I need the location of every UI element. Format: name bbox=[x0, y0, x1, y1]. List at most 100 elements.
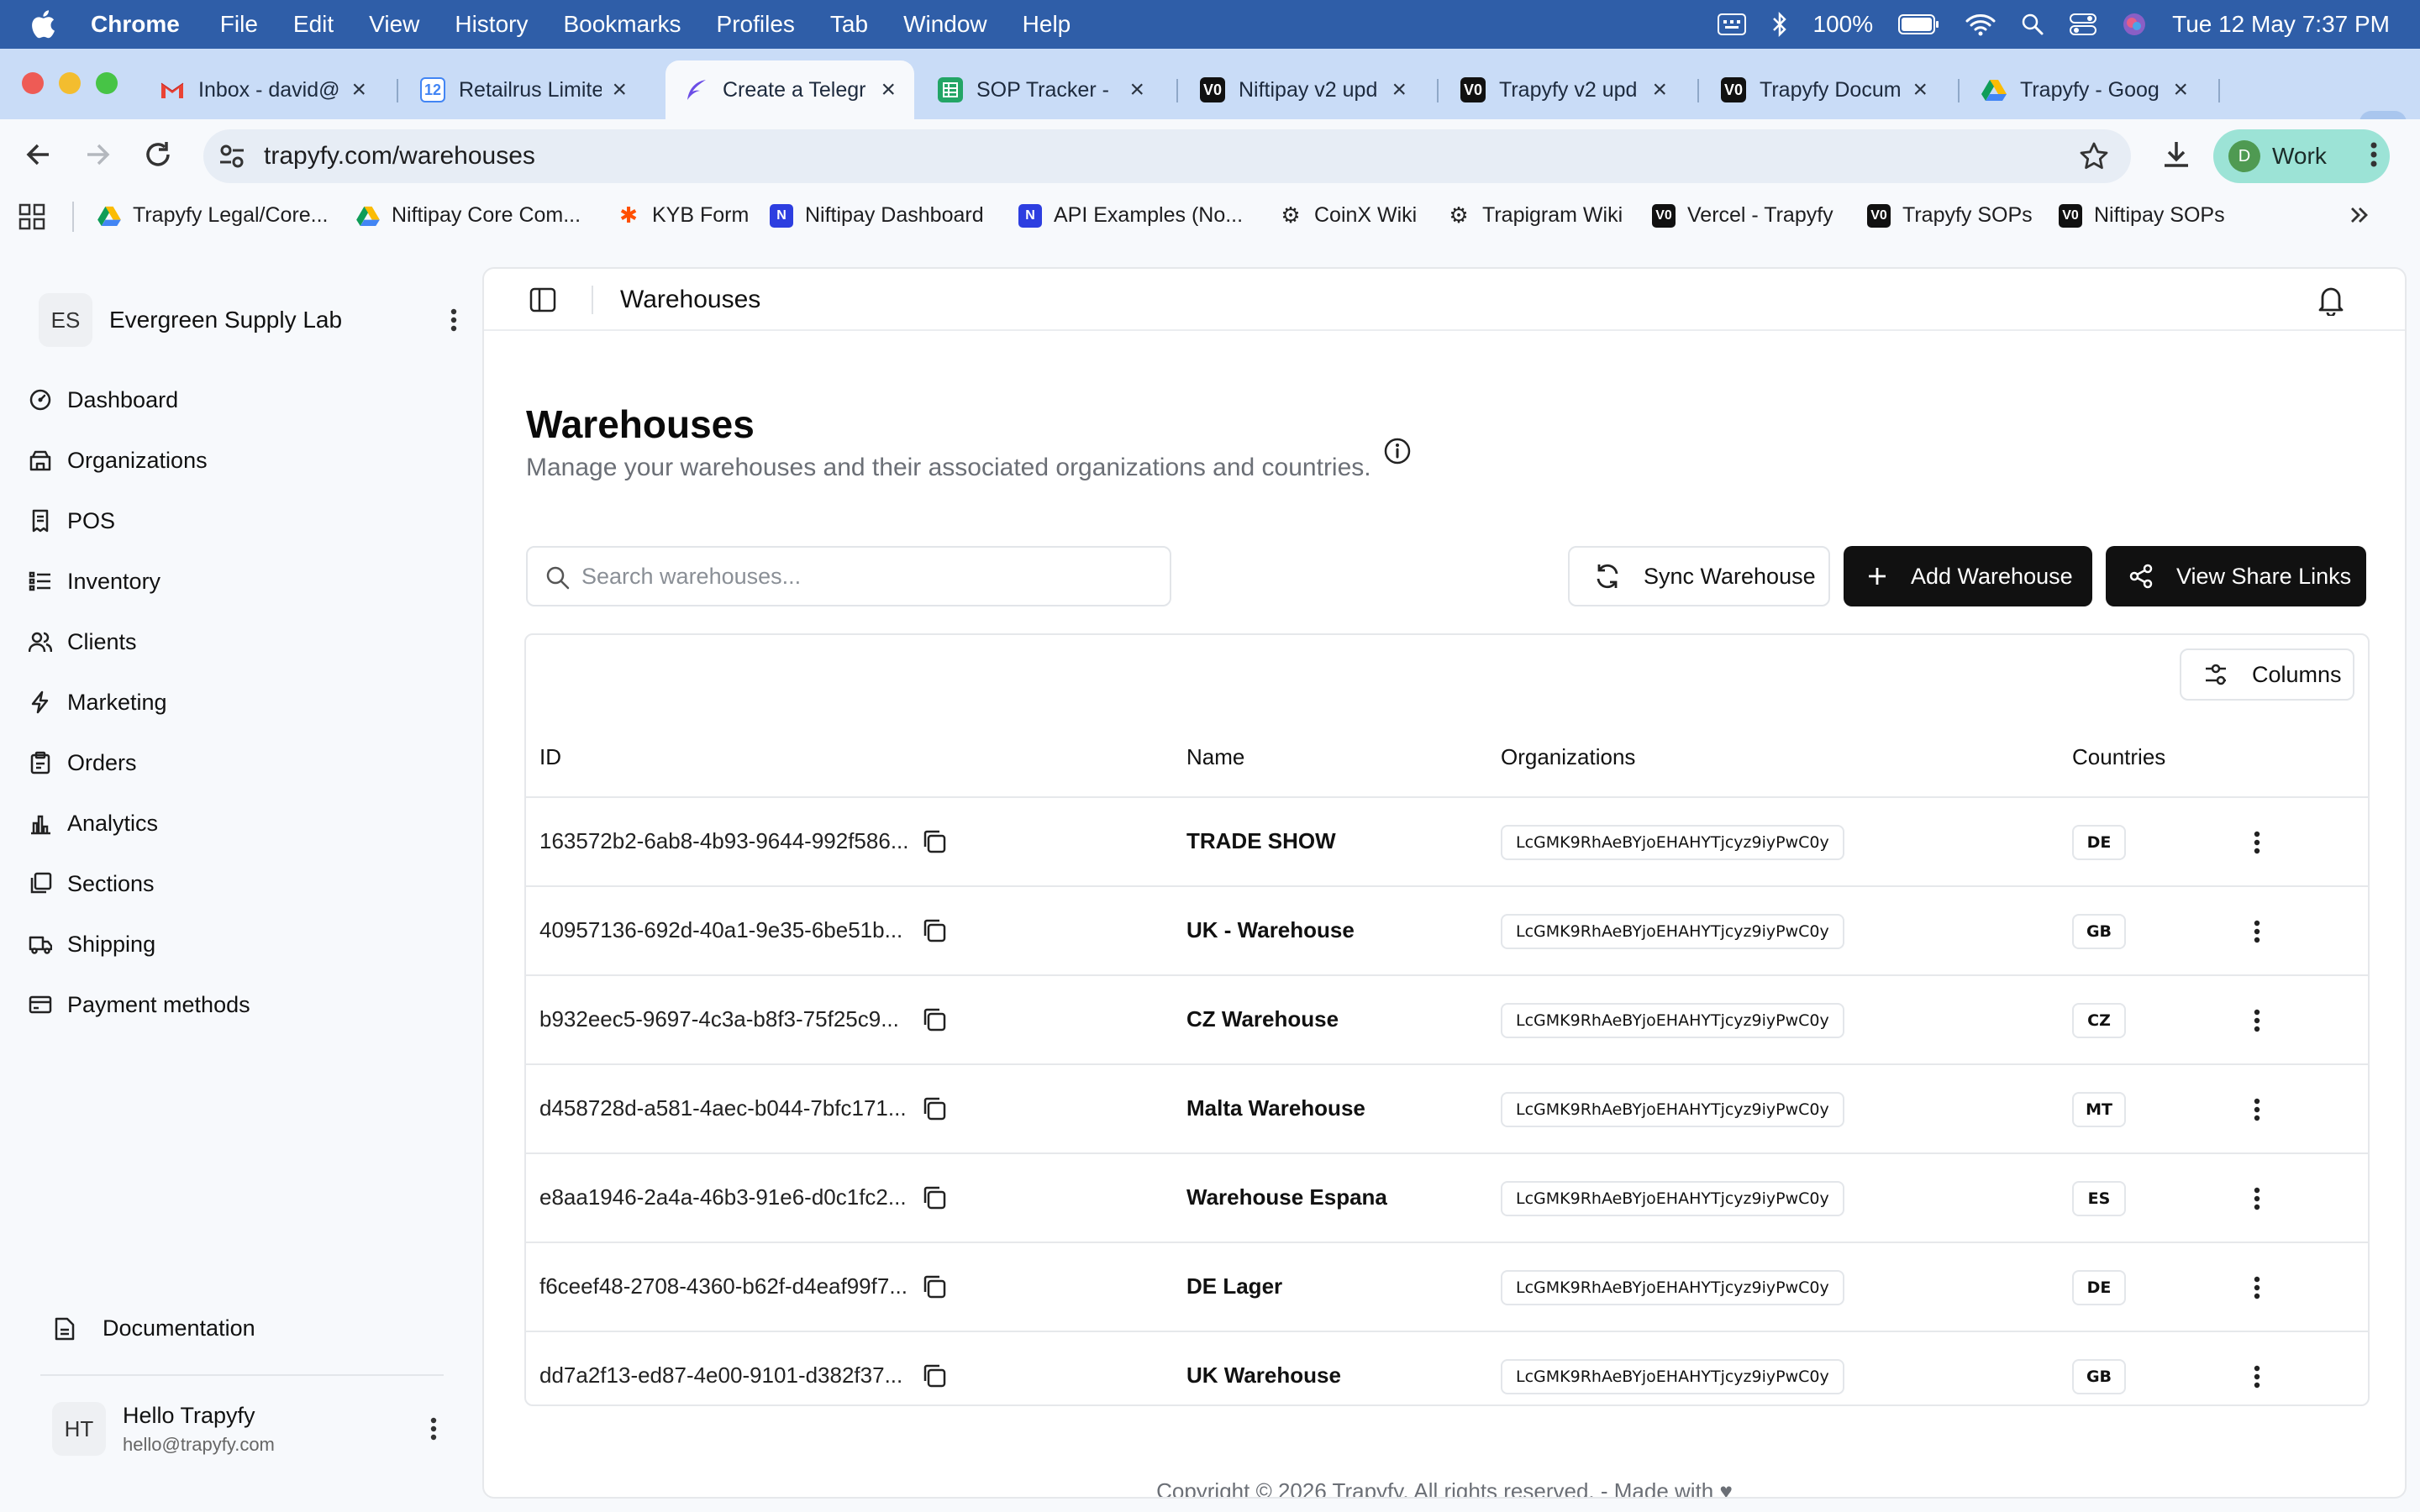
menu-app-name[interactable]: Chrome bbox=[91, 11, 180, 38]
menubar-datetime[interactable]: Tue 12 May 7:37 PM bbox=[2172, 11, 2390, 38]
copy-icon[interactable] bbox=[921, 1362, 948, 1389]
column-header-id[interactable]: ID bbox=[539, 744, 561, 770]
bookmark-item[interactable]: N API Examples (No... bbox=[1018, 203, 1243, 228]
bookmark-item[interactable]: N Niftipay Dashboard bbox=[770, 203, 984, 228]
control-center-icon[interactable] bbox=[2070, 13, 2097, 36]
info-icon[interactable] bbox=[1383, 437, 1412, 465]
tab-close-icon[interactable]: × bbox=[1912, 76, 1928, 104]
sidebar-item-organizations[interactable]: Organizations bbox=[27, 437, 208, 484]
keyboard-icon[interactable] bbox=[1717, 13, 1746, 35]
profile-chip[interactable]: D Work bbox=[2213, 129, 2390, 183]
site-settings-icon[interactable] bbox=[217, 141, 247, 171]
bookmark-item[interactable]: V0 Niftipay SOPs bbox=[2059, 203, 2225, 228]
menu-edit[interactable]: Edit bbox=[293, 11, 334, 38]
tab-close-icon[interactable]: × bbox=[351, 76, 366, 104]
tab-trapyfy-docs[interactable]: V0 Trapyfy Docum × bbox=[1702, 60, 1946, 119]
row-actions-icon[interactable] bbox=[2252, 828, 2262, 857]
add-warehouse-button[interactable]: Add Warehouse bbox=[1844, 546, 2092, 606]
window-minimize-button[interactable] bbox=[59, 72, 81, 94]
row-actions-icon[interactable] bbox=[2252, 1095, 2262, 1124]
sidebar-item-analytics[interactable]: Analytics bbox=[27, 800, 158, 847]
sync-warehouse-button[interactable]: Sync Warehouse bbox=[1568, 546, 1830, 606]
copy-icon[interactable] bbox=[921, 1006, 948, 1033]
columns-button[interactable]: Columns bbox=[2180, 648, 2354, 701]
menu-history[interactable]: History bbox=[455, 11, 528, 38]
view-share-links-button[interactable]: View Share Links bbox=[2106, 546, 2366, 606]
sidebar-documentation-link[interactable]: Documentation bbox=[54, 1315, 255, 1341]
tab-close-icon[interactable]: × bbox=[1392, 76, 1407, 104]
tab-trapyfy-v2[interactable]: V0 Trapyfy v2 upd × bbox=[1442, 60, 1686, 119]
menu-window[interactable]: Window bbox=[903, 11, 987, 38]
copy-icon[interactable] bbox=[921, 828, 948, 855]
siri-icon[interactable] bbox=[2122, 12, 2147, 37]
tab-create-telegram[interactable]: Create a Telegr × bbox=[666, 60, 914, 119]
search-box[interactable] bbox=[526, 546, 1171, 606]
apple-icon[interactable] bbox=[30, 10, 62, 39]
sidebar-item-marketing[interactable]: Marketing bbox=[27, 679, 167, 726]
menu-file[interactable]: File bbox=[220, 11, 258, 38]
tab-close-icon[interactable]: × bbox=[1129, 76, 1144, 104]
tab-close-icon[interactable]: × bbox=[612, 76, 627, 104]
sidebar-toggle-icon[interactable] bbox=[529, 287, 556, 312]
row-actions-icon[interactable] bbox=[2252, 1362, 2262, 1391]
apps-grid-icon[interactable] bbox=[18, 203, 45, 230]
tab-close-icon[interactable]: × bbox=[881, 76, 896, 104]
sidebar-item-sections[interactable]: Sections bbox=[27, 860, 155, 907]
row-actions-icon[interactable] bbox=[2252, 1273, 2262, 1302]
menu-help[interactable]: Help bbox=[1023, 11, 1071, 38]
forward-button[interactable] bbox=[81, 138, 114, 171]
sidebar-item-shipping[interactable]: Shipping bbox=[27, 921, 155, 968]
column-header-countries[interactable]: Countries bbox=[2072, 744, 2165, 770]
row-actions-icon[interactable] bbox=[2252, 1006, 2262, 1035]
sidebar-item-payment-methods[interactable]: Payment methods bbox=[27, 981, 250, 1028]
tab-close-icon[interactable]: × bbox=[1652, 76, 1667, 104]
copy-icon[interactable] bbox=[921, 1095, 948, 1122]
back-button[interactable] bbox=[22, 138, 55, 171]
bell-icon[interactable] bbox=[2316, 284, 2346, 316]
user-account[interactable]: HT Hello Trapyfy hello@trapyfy.com bbox=[52, 1399, 439, 1458]
tab-close-icon[interactable]: × bbox=[2173, 76, 2188, 104]
row-actions-icon[interactable] bbox=[2252, 917, 2262, 946]
bookmark-item[interactable]: V0 Vercel - Trapyfy bbox=[1652, 203, 1833, 228]
copy-icon[interactable] bbox=[921, 1184, 948, 1211]
tab-trapyfy-google[interactable]: Trapyfy - Goog × bbox=[1963, 60, 2207, 119]
user-menu-icon[interactable] bbox=[429, 1414, 439, 1444]
tab-sop-tracker[interactable]: SOP Tracker - × bbox=[919, 60, 1163, 119]
row-actions-icon[interactable] bbox=[2252, 1184, 2262, 1213]
bookmarks-overflow-icon[interactable] bbox=[2348, 203, 2371, 227]
org-switcher[interactable]: ES Evergreen Supply Lab bbox=[39, 292, 459, 348]
sidebar-item-orders[interactable]: Orders bbox=[27, 739, 137, 786]
tab-retailrus[interactable]: 12 Retailrus Limite × bbox=[402, 60, 645, 119]
org-menu-icon[interactable] bbox=[449, 305, 459, 335]
bookmark-item[interactable]: ⚙ Trapigram Wiki bbox=[1447, 202, 1623, 228]
search-input[interactable] bbox=[581, 563, 1153, 590]
battery-icon[interactable] bbox=[1898, 14, 1940, 34]
bookmark-item[interactable]: V0 Trapyfy SOPs bbox=[1867, 203, 2033, 228]
wifi-icon[interactable] bbox=[1965, 13, 1996, 36]
address-bar[interactable]: trapyfy.com/warehouses bbox=[203, 129, 2131, 183]
column-header-organizations[interactable]: Organizations bbox=[1501, 744, 1635, 770]
sidebar-item-dashboard[interactable]: Dashboard bbox=[27, 376, 178, 423]
spotlight-search-icon[interactable] bbox=[2021, 13, 2044, 36]
browser-menu-icon[interactable] bbox=[2368, 138, 2380, 171]
bluetooth-icon[interactable] bbox=[1771, 11, 1788, 38]
tab-inbox[interactable]: Inbox - david@ × bbox=[141, 60, 385, 119]
menu-profiles[interactable]: Profiles bbox=[717, 11, 795, 38]
tab-niftipay-v2[interactable]: V0 Niftipay v2 upd × bbox=[1181, 60, 1425, 119]
copy-icon[interactable] bbox=[921, 917, 948, 944]
bookmark-item[interactable]: Trapyfy Legal/Core... bbox=[97, 203, 329, 228]
bookmark-star-icon[interactable] bbox=[2079, 141, 2109, 171]
menu-tab[interactable]: Tab bbox=[830, 11, 868, 38]
downloads-icon[interactable] bbox=[2160, 138, 2193, 171]
url-text[interactable]: trapyfy.com/warehouses bbox=[264, 142, 535, 171]
menu-view[interactable]: View bbox=[369, 11, 419, 38]
sidebar-item-clients[interactable]: Clients bbox=[27, 618, 137, 665]
menu-bookmarks[interactable]: Bookmarks bbox=[563, 11, 681, 38]
bookmark-item[interactable]: ⚙ CoinX Wiki bbox=[1279, 202, 1417, 228]
column-header-name[interactable]: Name bbox=[1186, 744, 1244, 770]
bookmark-item[interactable]: ✱ KYB Form bbox=[617, 202, 749, 228]
sidebar-item-pos[interactable]: POS bbox=[27, 497, 115, 544]
reload-button[interactable] bbox=[141, 138, 175, 171]
sidebar-item-inventory[interactable]: Inventory bbox=[27, 558, 160, 605]
copy-icon[interactable] bbox=[921, 1273, 948, 1300]
